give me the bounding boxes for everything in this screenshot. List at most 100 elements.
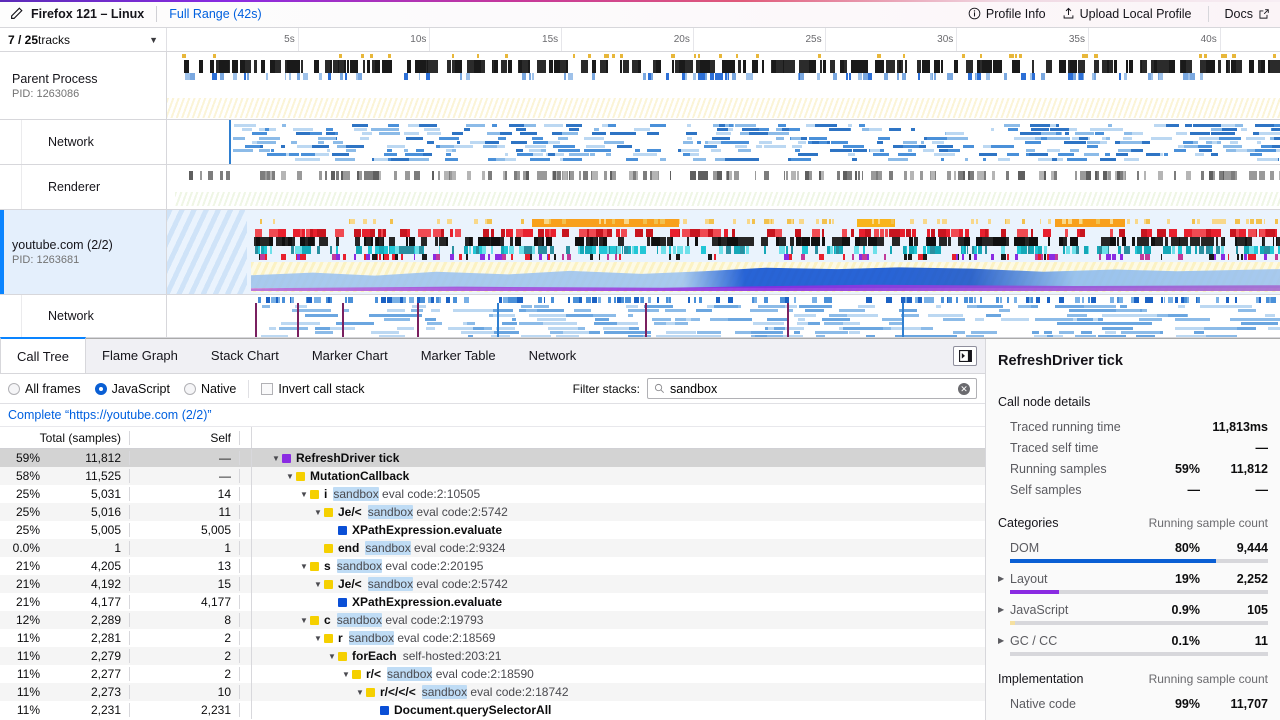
expand-twisty-icon[interactable]: ▼	[298, 616, 310, 625]
track-graph[interactable]	[167, 120, 1280, 164]
cell-percent: 59%	[15, 451, 40, 465]
expand-twisty-icon[interactable]: ▼	[312, 580, 324, 589]
table-row[interactable]: 25% 5,031 14 ▼ i sandbox eval code:2:10505	[0, 485, 985, 503]
table-row[interactable]: 11% 2,279 2 ▼ forEach self-hosted:203:21	[0, 647, 985, 665]
track-sample-block	[606, 153, 612, 157]
expand-twisty-icon[interactable]: ▼	[312, 634, 324, 643]
track-sample-block	[1259, 132, 1280, 136]
table-row[interactable]: 11% 2,277 2 ▼ r/< sandbox eval code:2:18590	[0, 665, 985, 683]
track-sample-block	[617, 297, 622, 303]
expand-twisty-icon[interactable]: ▼	[284, 472, 296, 481]
track-sample-block	[1006, 254, 1009, 260]
track-sample-block	[634, 297, 639, 303]
track-label[interactable]: Network	[22, 295, 167, 337]
table-row[interactable]: 11% 2,281 2 ▼ r sandbox eval code:2:18569	[0, 629, 985, 647]
column-header-total[interactable]: Total (samples)	[0, 430, 130, 445]
clear-search-icon[interactable]: ✕	[958, 382, 970, 395]
timeline-track-network[interactable]: Network	[0, 120, 1280, 165]
radio-native[interactable]: Native	[183, 382, 236, 396]
category-row[interactable]: ▶ GC / CC 0.1% 11	[998, 630, 1268, 651]
track-sample-block	[303, 73, 308, 80]
track-graph[interactable]	[167, 295, 1280, 337]
track-label[interactable]: youtube.com (2/2) PID: 1263681	[0, 210, 167, 294]
expand-triangle-icon[interactable]: ▶	[998, 605, 1009, 614]
table-row[interactable]: 25% 5,005 5,005 XPathExpression.evaluate	[0, 521, 985, 539]
track-sample-block	[872, 219, 875, 224]
timeline-track-network[interactable]: Network	[0, 295, 1280, 338]
cell-total: 5,031	[46, 487, 130, 501]
full-range-link[interactable]: Full Range (42s)	[169, 7, 261, 21]
table-row[interactable]: 12% 2,289 8 ▼ c sandbox eval code:2:19793	[0, 611, 985, 629]
cell-total: 5,005	[46, 523, 130, 537]
track-sample-block	[873, 237, 877, 246]
track-graph[interactable]	[167, 165, 1280, 209]
track-sample-block	[752, 322, 785, 326]
tab-network[interactable]: Network	[513, 338, 594, 373]
track-label[interactable]: Renderer	[22, 165, 167, 209]
table-row[interactable]: 11% 2,231 2,231 Document.querySelectorAll	[0, 701, 985, 719]
expand-twisty-icon[interactable]: ▼	[354, 688, 366, 697]
detail-row: Self samples — —	[998, 479, 1268, 500]
expand-triangle-icon[interactable]: ▶	[998, 636, 1009, 645]
expand-twisty-icon[interactable]: ▼	[298, 562, 310, 571]
table-row[interactable]: 11% 2,273 10 ▼ r/</</< sandbox eval code:2:18…	[0, 683, 985, 701]
track-sample-block	[466, 124, 486, 127]
call-tree-body[interactable]: 59% 11,812— ▼ RefreshDriver tick 58% 11,525— ▼…	[0, 449, 985, 720]
radio-javascript[interactable]: JavaScript	[94, 382, 170, 396]
radio-all-frames[interactable]: All frames	[8, 382, 81, 396]
upload-local-profile-button[interactable]: Upload Local Profile	[1062, 7, 1192, 21]
tab-stack-chart[interactable]: Stack Chart	[195, 338, 296, 373]
track-sample-block	[1018, 305, 1031, 308]
table-row[interactable]: 0.0% 1 1 end sandbox eval code:2:9324	[0, 539, 985, 557]
cell-total: 1	[46, 541, 130, 555]
tab-flame-graph[interactable]: Flame Graph	[86, 338, 195, 373]
tab-call-tree[interactable]: Call Tree	[0, 337, 87, 373]
table-row[interactable]: 25% 5,016 11 ▼ Je/< sandbox eval code:2:5742	[0, 503, 985, 521]
search-input[interactable]	[670, 381, 953, 396]
track-sample-block	[1117, 237, 1119, 246]
table-row[interactable]: 21% 4,192 15 ▼ Je/< sandbox eval code:2:5742	[0, 575, 985, 593]
track-sample-block	[613, 297, 616, 303]
track-sample-block	[1078, 297, 1080, 303]
track-label[interactable]: Parent Process PID: 1263086	[0, 52, 167, 119]
track-sample-block	[312, 145, 330, 148]
tab-marker-chart[interactable]: Marker Chart	[296, 338, 405, 373]
table-row[interactable]: 58% 11,525— ▼ MutationCallback	[0, 467, 985, 485]
docs-button[interactable]: Docs	[1225, 7, 1270, 21]
track-sample-block	[976, 60, 980, 73]
table-row[interactable]: 59% 11,812— ▼ RefreshDriver tick	[0, 449, 985, 467]
timeline-ruler[interactable]: 5s 10s 15s 20s 25s 30s 35s 40s	[167, 28, 1280, 51]
column-header-self[interactable]: Self	[130, 430, 240, 445]
table-row[interactable]: 21% 4,177 4,177 XPathExpression.evaluate	[0, 593, 985, 611]
category-row[interactable]: ▶DOM80%9,444	[998, 537, 1268, 558]
timeline-track-youtube-com-2-2[interactable]: youtube.com (2/2) PID: 1263681	[0, 210, 1280, 295]
table-row[interactable]: 21% 4,205 13 ▼ s sandbox eval code:2:20195	[0, 557, 985, 575]
expand-twisty-icon[interactable]: ▼	[326, 652, 338, 661]
track-label[interactable]: Network	[22, 120, 167, 164]
sidebar-toggle-button[interactable]	[953, 346, 977, 366]
track-sample-block	[1184, 124, 1193, 127]
breadcrumb-item-complete[interactable]: Complete “https://youtube.com (2/2)”	[8, 408, 212, 422]
category-row[interactable]: ▶ JavaScript 0.9% 105	[998, 599, 1268, 620]
search-box[interactable]: ✕	[647, 378, 977, 399]
tab-marker-table[interactable]: Marker Table	[405, 338, 513, 373]
pencil-icon[interactable]	[10, 7, 23, 20]
timeline-track-renderer[interactable]: Renderer	[0, 165, 1280, 210]
track-sample-block	[1183, 229, 1193, 237]
track-graph[interactable]	[167, 210, 1280, 294]
invert-call-stack-checkbox[interactable]: Invert call stack	[261, 382, 365, 396]
track-graph[interactable]	[167, 52, 1280, 119]
expand-triangle-icon[interactable]: ▶	[998, 574, 1009, 583]
expand-twisty-icon[interactable]: ▼	[340, 670, 352, 679]
expand-twisty-icon[interactable]: ▼	[312, 508, 324, 517]
track-sample-block	[450, 229, 454, 237]
timeline-track-parent-process[interactable]: Parent Process PID: 1263086	[0, 52, 1280, 120]
track-selector-dropdown[interactable]: 7 / 25 tracks ▼	[0, 28, 167, 51]
category-row[interactable]: ▶ Layout 19% 2,252	[998, 568, 1268, 589]
track-sample-block	[363, 60, 366, 73]
profile-info-button[interactable]: Profile Info	[968, 7, 1046, 21]
expand-twisty-icon[interactable]: ▼	[298, 490, 310, 499]
expand-twisty-icon[interactable]: ▼	[270, 454, 282, 463]
track-sample-block	[1193, 237, 1196, 246]
track-sample-block	[858, 309, 865, 313]
